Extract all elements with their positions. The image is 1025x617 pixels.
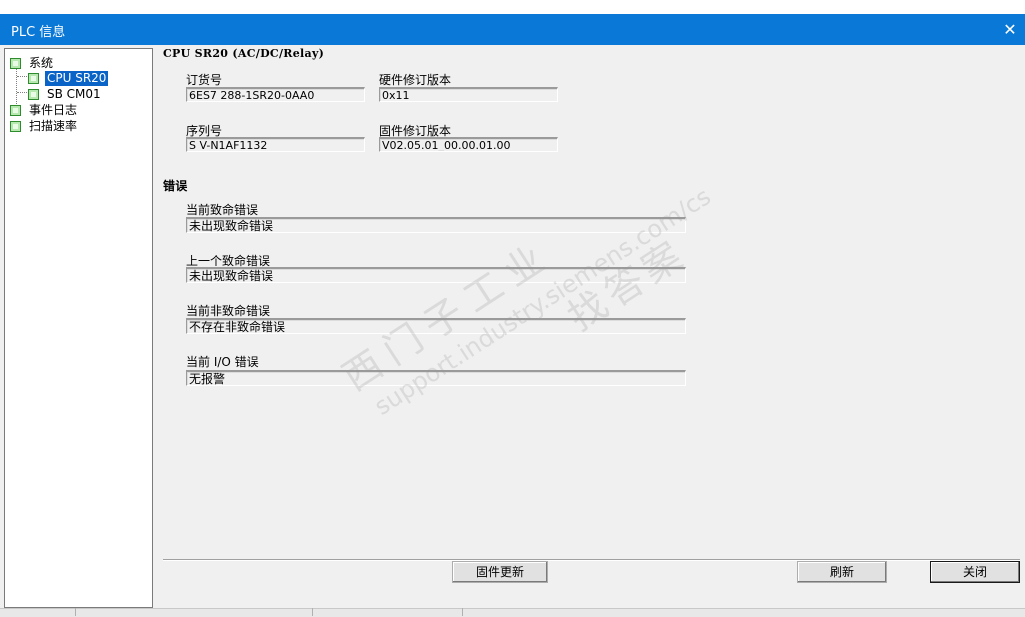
dialog-body: 系统 CPU SR20 SB CM01 事件日志 扫描速率 CPU SR20 (…	[0, 45, 1025, 616]
current-io-label: 当前 I/O 错误	[186, 355, 259, 369]
tree-node-icon	[10, 58, 21, 69]
background-app-strip	[0, 0, 1025, 15]
current-nonfatal-label: 当前非致命错误	[186, 304, 271, 318]
firmware-update-button[interactable]: 固件更新	[452, 561, 548, 583]
tree-connector	[17, 76, 27, 77]
order-number-field[interactable]: 6ES7 288-1SR20-0AA0	[186, 87, 365, 102]
status-divider	[75, 608, 76, 616]
device-header: CPU SR20 (AC/DC/Relay)	[163, 47, 325, 60]
hw-revision-field[interactable]: 0x11	[379, 87, 558, 102]
device-tree[interactable]: 系统 CPU SR20 SB CM01 事件日志 扫描速率	[4, 48, 153, 608]
status-divider	[312, 608, 313, 616]
footer-separator	[163, 559, 1020, 561]
status-divider	[462, 608, 463, 616]
last-fatal-field[interactable]: 未出现致命错误	[186, 267, 686, 283]
hw-revision-label: 硬件修订版本	[379, 73, 452, 87]
title-bar: PLC 信息 ✕	[0, 14, 1025, 45]
tree-connector	[17, 92, 27, 93]
errors-header: 错误	[163, 179, 188, 193]
fw-revision-field[interactable]: V02.05.01_00.00.01.00	[379, 137, 558, 152]
window-title: PLC 信息	[11, 25, 66, 40]
tree-node-icon	[28, 89, 39, 100]
tree-node-icon	[10, 105, 21, 116]
tree-connector	[16, 68, 17, 104]
tree-item-label: 事件日志	[29, 103, 78, 117]
serial-field[interactable]: S V-N1AF1132	[186, 137, 365, 152]
current-fatal-label: 当前致命错误	[186, 203, 259, 217]
tree-item-label: 扫描速率	[29, 119, 78, 133]
tree-node-icon	[10, 121, 21, 132]
tree-item-label: CPU SR20	[43, 70, 110, 87]
order-number-label: 订货号	[186, 73, 223, 87]
tree-item-label: SB CM01	[47, 87, 101, 101]
refresh-button[interactable]: 刷新	[797, 561, 887, 583]
current-fatal-field[interactable]: 未出现致命错误	[186, 217, 686, 233]
close-icon[interactable]: ✕	[995, 14, 1025, 45]
current-nonfatal-field[interactable]: 不存在非致命错误	[186, 318, 686, 334]
close-button[interactable]: 关闭	[930, 561, 1020, 583]
tree-item-label: 系统	[29, 56, 54, 70]
tree-node-icon	[28, 73, 39, 84]
current-io-field[interactable]: 无报警	[186, 370, 686, 386]
